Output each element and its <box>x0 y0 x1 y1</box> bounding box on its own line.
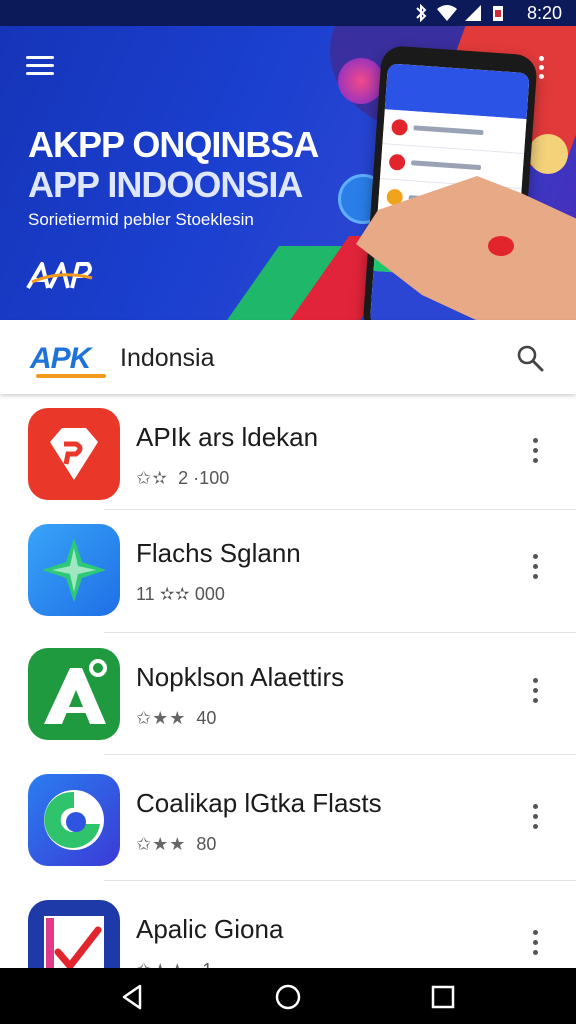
hero-title-secondary: APP INDOONSIA <box>28 164 303 205</box>
list-item[interactable]: Apalic Giona ✩★★ ·1 <box>0 892 576 968</box>
search-bar[interactable]: APK Indonsia <box>0 320 576 394</box>
hero-subtitle: Sorietiermid pebler Stoeklesin <box>28 210 254 229</box>
apk-logo-swoosh <box>36 374 106 378</box>
rating-text: 40 <box>196 708 217 728</box>
letter-a-icon <box>28 648 120 740</box>
hero-title: AKPP ONQINBSA <box>28 124 319 165</box>
apk-logo: APK <box>30 342 91 375</box>
app-rating: ✩★★ ·1 <box>136 960 212 968</box>
divider <box>104 632 576 633</box>
hero-logo <box>26 260 96 290</box>
list-item[interactable]: Nopklson Alaettirs ✩★★ 40 <box>0 640 576 760</box>
hero-banner: AKPP ONQINBSA APP INDOONSIA Sorietiermid… <box>0 26 576 320</box>
back-icon[interactable] <box>118 982 148 1012</box>
list-item[interactable]: Coalikap lGtka Flasts ✩★★ 80 <box>0 766 576 886</box>
home-icon[interactable] <box>273 982 303 1012</box>
status-time: 8:20 <box>526 3 562 23</box>
swirl-icon <box>28 774 120 866</box>
rating-text: 11 ✫✫ 000 <box>136 584 225 604</box>
list-item[interactable]: APIk ars ldekan ✩✫ 2 ·100 <box>0 400 576 520</box>
rating-stars-icon: ✩★★ <box>136 960 186 968</box>
wifi-icon <box>436 4 458 27</box>
app-more-options-icon[interactable] <box>530 552 540 582</box>
list-item[interactable]: Flachs Sglann 11 ✫✫ 000 <box>0 516 576 636</box>
app-name: Nopklson Alaettirs <box>136 662 345 692</box>
divider <box>104 509 576 510</box>
signal-icon <box>464 4 482 27</box>
app-list: APIk ars ldekan ✩✫ 2 ·100 Flachs Sglann 1… <box>0 396 576 968</box>
app-rating: ✩✫ 2 ·100 <box>136 468 229 489</box>
rating-text: 2 ·100 <box>178 468 230 488</box>
status-bar: 8:20 <box>0 0 576 26</box>
battery-icon <box>492 4 504 27</box>
navigation-bar <box>0 968 576 1024</box>
floating-app-icon <box>528 134 568 174</box>
app-name: Coalikap lGtka Flasts <box>136 788 382 818</box>
app-more-options-icon[interactable] <box>530 436 540 466</box>
divider <box>104 880 576 881</box>
app-rating: ✩★★ 80 <box>136 834 216 855</box>
diamond-shield-icon <box>28 408 120 500</box>
hand-illustration <box>488 236 514 256</box>
more-options-icon[interactable] <box>536 54 546 82</box>
app-more-options-icon[interactable] <box>530 676 540 706</box>
rating-stars-icon: ✩★★ <box>136 834 187 854</box>
search-icon[interactable] <box>516 344 544 372</box>
rating-text: 80 <box>196 834 217 854</box>
rating-stars-icon: ✩✫ <box>136 468 169 488</box>
recents-icon[interactable] <box>428 982 458 1012</box>
check-chart-icon <box>28 900 120 968</box>
bluetooth-icon <box>414 3 428 27</box>
app-more-options-icon[interactable] <box>530 802 540 832</box>
app-name: Apalic Giona <box>136 914 284 944</box>
app-name: Flachs Sglann <box>136 538 301 568</box>
floating-app-icon <box>338 58 384 104</box>
search-title: Indonsia <box>120 344 215 372</box>
divider <box>104 754 576 755</box>
app-name: APIk ars ldekan <box>136 422 319 452</box>
menu-icon[interactable] <box>26 54 56 76</box>
app-rating: ✩★★ 40 <box>136 708 216 729</box>
rating-stars-icon: ✩★★ <box>136 708 187 728</box>
star-spark-icon <box>28 524 120 616</box>
app-rating: 11 ✫✫ 000 <box>136 584 225 605</box>
app-more-options-icon[interactable] <box>530 928 540 958</box>
rating-text: ·1 <box>196 960 212 968</box>
